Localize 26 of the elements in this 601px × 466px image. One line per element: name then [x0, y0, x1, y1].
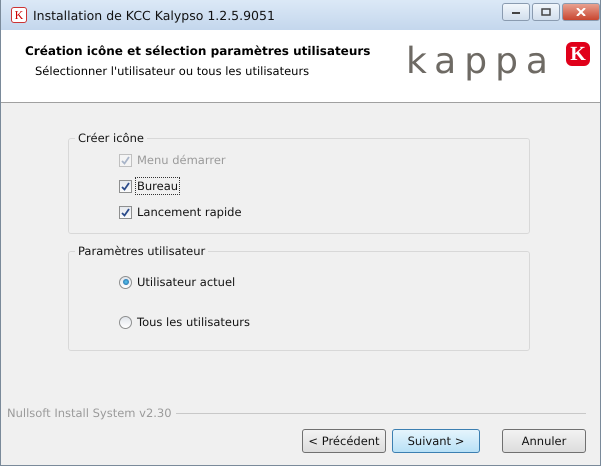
minimize-icon: [511, 9, 521, 15]
close-icon: [576, 8, 586, 16]
maximize-button[interactable]: [532, 3, 560, 21]
dialog-button[interactable]: Suivant >: [392, 429, 480, 453]
maximize-icon: [541, 8, 551, 16]
option-label[interactable]: Tous les utilisateurs: [135, 313, 252, 331]
group-title: Paramètres utilisateur: [77, 244, 206, 258]
app-icon: K: [11, 7, 27, 23]
option-label[interactable]: Bureau: [135, 177, 180, 195]
branding-text: Nullsoft Install System v2.30: [7, 406, 172, 420]
page-subtitle: Sélectionner l'utilisateur ou tous les utilisateurs: [34, 64, 310, 78]
option-label[interactable]: Lancement rapide: [135, 203, 244, 221]
checkbox[interactable]: [119, 206, 132, 218]
dialog-button[interactable]: < Précédent: [302, 429, 386, 453]
page-title: Création icône et sélection paramètres utilisateurs: [25, 44, 372, 58]
logo-badge: K: [566, 42, 590, 66]
radio-button[interactable]: [119, 276, 132, 288]
option-label[interactable]: Utilisateur actuel: [135, 273, 238, 291]
dialog-button[interactable]: Annuler: [502, 429, 586, 453]
window-title: Installation de KCC Kalypso 1.2.5.9051: [33, 8, 276, 22]
logo-text: kappa: [406, 44, 556, 80]
minimize-button[interactable]: [502, 3, 530, 21]
group-title: Créer icône: [77, 131, 145, 145]
close-button[interactable]: [562, 3, 600, 21]
radio-button[interactable]: [119, 316, 132, 328]
checkbox[interactable]: [119, 180, 132, 192]
